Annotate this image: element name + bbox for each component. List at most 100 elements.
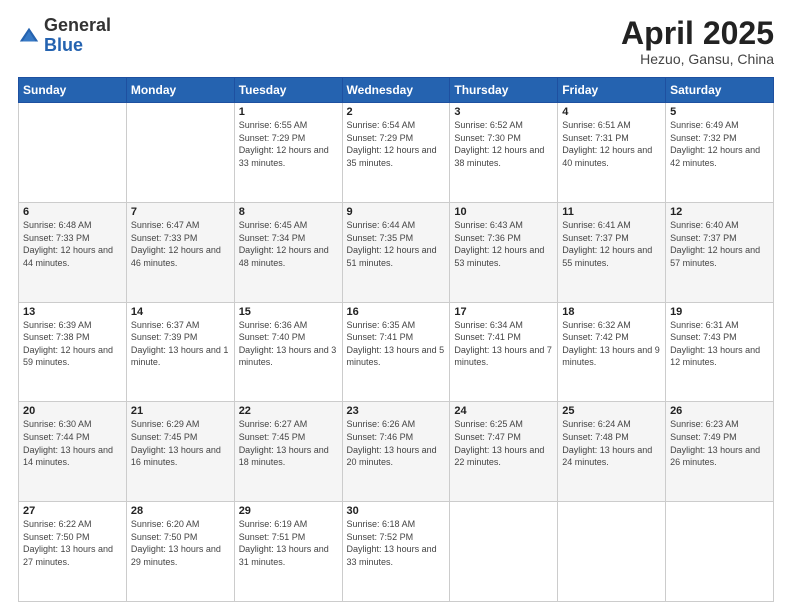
weekday-header: Monday: [126, 78, 234, 103]
calendar-cell: 13Sunrise: 6:39 AMSunset: 7:38 PMDayligh…: [19, 302, 127, 402]
day-number: 9: [347, 206, 446, 218]
day-info: Sunrise: 6:25 AMSunset: 7:47 PMDaylight:…: [454, 418, 553, 468]
day-info: Sunrise: 6:49 AMSunset: 7:32 PMDaylight:…: [670, 119, 769, 169]
day-info: Sunrise: 6:41 AMSunset: 7:37 PMDaylight:…: [562, 219, 661, 269]
calendar-cell: 2Sunrise: 6:54 AMSunset: 7:29 PMDaylight…: [342, 103, 450, 203]
logo-blue: Blue: [44, 35, 83, 55]
weekday-header: Wednesday: [342, 78, 450, 103]
logo-icon: [18, 25, 40, 47]
calendar-cell: 14Sunrise: 6:37 AMSunset: 7:39 PMDayligh…: [126, 302, 234, 402]
day-number: 24: [454, 405, 553, 417]
calendar-week-row: 20Sunrise: 6:30 AMSunset: 7:44 PMDayligh…: [19, 402, 774, 502]
day-info: Sunrise: 6:51 AMSunset: 7:31 PMDaylight:…: [562, 119, 661, 169]
day-number: 19: [670, 306, 769, 318]
calendar-cell: 25Sunrise: 6:24 AMSunset: 7:48 PMDayligh…: [558, 402, 666, 502]
day-info: Sunrise: 6:55 AMSunset: 7:29 PMDaylight:…: [239, 119, 338, 169]
weekday-header: Tuesday: [234, 78, 342, 103]
day-number: 23: [347, 405, 446, 417]
day-info: Sunrise: 6:48 AMSunset: 7:33 PMDaylight:…: [23, 219, 122, 269]
day-info: Sunrise: 6:30 AMSunset: 7:44 PMDaylight:…: [23, 418, 122, 468]
calendar-cell: 23Sunrise: 6:26 AMSunset: 7:46 PMDayligh…: [342, 402, 450, 502]
page-title: April 2025: [621, 16, 774, 51]
calendar-header-row: SundayMondayTuesdayWednesdayThursdayFrid…: [19, 78, 774, 103]
calendar-cell: 28Sunrise: 6:20 AMSunset: 7:50 PMDayligh…: [126, 502, 234, 602]
calendar-cell: 6Sunrise: 6:48 AMSunset: 7:33 PMDaylight…: [19, 202, 127, 302]
calendar-cell: 17Sunrise: 6:34 AMSunset: 7:41 PMDayligh…: [450, 302, 558, 402]
calendar-cell: 7Sunrise: 6:47 AMSunset: 7:33 PMDaylight…: [126, 202, 234, 302]
day-number: 27: [23, 505, 122, 517]
day-number: 5: [670, 106, 769, 118]
day-info: Sunrise: 6:47 AMSunset: 7:33 PMDaylight:…: [131, 219, 230, 269]
calendar-cell: 16Sunrise: 6:35 AMSunset: 7:41 PMDayligh…: [342, 302, 450, 402]
day-info: Sunrise: 6:31 AMSunset: 7:43 PMDaylight:…: [670, 319, 769, 369]
day-info: Sunrise: 6:32 AMSunset: 7:42 PMDaylight:…: [562, 319, 661, 369]
day-number: 15: [239, 306, 338, 318]
day-info: Sunrise: 6:24 AMSunset: 7:48 PMDaylight:…: [562, 418, 661, 468]
calendar-cell: 30Sunrise: 6:18 AMSunset: 7:52 PMDayligh…: [342, 502, 450, 602]
header: General Blue April 2025 Hezuo, Gansu, Ch…: [18, 16, 774, 67]
day-number: 22: [239, 405, 338, 417]
calendar-week-row: 13Sunrise: 6:39 AMSunset: 7:38 PMDayligh…: [19, 302, 774, 402]
day-number: 17: [454, 306, 553, 318]
calendar-cell: 20Sunrise: 6:30 AMSunset: 7:44 PMDayligh…: [19, 402, 127, 502]
title-block: April 2025 Hezuo, Gansu, China: [621, 16, 774, 67]
day-info: Sunrise: 6:26 AMSunset: 7:46 PMDaylight:…: [347, 418, 446, 468]
calendar-cell: [450, 502, 558, 602]
day-number: 21: [131, 405, 230, 417]
calendar-cell: 9Sunrise: 6:44 AMSunset: 7:35 PMDaylight…: [342, 202, 450, 302]
calendar-cell: 5Sunrise: 6:49 AMSunset: 7:32 PMDaylight…: [666, 103, 774, 203]
page: General Blue April 2025 Hezuo, Gansu, Ch…: [0, 0, 792, 612]
calendar-cell: 12Sunrise: 6:40 AMSunset: 7:37 PMDayligh…: [666, 202, 774, 302]
calendar-cell: 4Sunrise: 6:51 AMSunset: 7:31 PMDaylight…: [558, 103, 666, 203]
day-number: 26: [670, 405, 769, 417]
calendar-table: SundayMondayTuesdayWednesdayThursdayFrid…: [18, 77, 774, 602]
day-info: Sunrise: 6:43 AMSunset: 7:36 PMDaylight:…: [454, 219, 553, 269]
day-number: 30: [347, 505, 446, 517]
day-info: Sunrise: 6:20 AMSunset: 7:50 PMDaylight:…: [131, 518, 230, 568]
day-number: 29: [239, 505, 338, 517]
calendar-cell: 8Sunrise: 6:45 AMSunset: 7:34 PMDaylight…: [234, 202, 342, 302]
calendar-cell: [666, 502, 774, 602]
weekday-header: Friday: [558, 78, 666, 103]
calendar-week-row: 6Sunrise: 6:48 AMSunset: 7:33 PMDaylight…: [19, 202, 774, 302]
logo-general: General: [44, 15, 111, 35]
day-number: 2: [347, 106, 446, 118]
calendar-cell: 24Sunrise: 6:25 AMSunset: 7:47 PMDayligh…: [450, 402, 558, 502]
day-number: 6: [23, 206, 122, 218]
day-info: Sunrise: 6:37 AMSunset: 7:39 PMDaylight:…: [131, 319, 230, 369]
logo-text: General Blue: [44, 16, 111, 56]
day-info: Sunrise: 6:22 AMSunset: 7:50 PMDaylight:…: [23, 518, 122, 568]
day-number: 13: [23, 306, 122, 318]
calendar-cell: 19Sunrise: 6:31 AMSunset: 7:43 PMDayligh…: [666, 302, 774, 402]
day-number: 7: [131, 206, 230, 218]
day-number: 3: [454, 106, 553, 118]
calendar-cell: 10Sunrise: 6:43 AMSunset: 7:36 PMDayligh…: [450, 202, 558, 302]
day-info: Sunrise: 6:52 AMSunset: 7:30 PMDaylight:…: [454, 119, 553, 169]
day-number: 28: [131, 505, 230, 517]
calendar-cell: 29Sunrise: 6:19 AMSunset: 7:51 PMDayligh…: [234, 502, 342, 602]
calendar-cell: 3Sunrise: 6:52 AMSunset: 7:30 PMDaylight…: [450, 103, 558, 203]
day-number: 25: [562, 405, 661, 417]
day-info: Sunrise: 6:45 AMSunset: 7:34 PMDaylight:…: [239, 219, 338, 269]
day-number: 11: [562, 206, 661, 218]
day-info: Sunrise: 6:54 AMSunset: 7:29 PMDaylight:…: [347, 119, 446, 169]
day-number: 10: [454, 206, 553, 218]
day-info: Sunrise: 6:27 AMSunset: 7:45 PMDaylight:…: [239, 418, 338, 468]
calendar-cell: 1Sunrise: 6:55 AMSunset: 7:29 PMDaylight…: [234, 103, 342, 203]
day-number: 8: [239, 206, 338, 218]
day-number: 4: [562, 106, 661, 118]
calendar-cell: 26Sunrise: 6:23 AMSunset: 7:49 PMDayligh…: [666, 402, 774, 502]
calendar-cell: 18Sunrise: 6:32 AMSunset: 7:42 PMDayligh…: [558, 302, 666, 402]
day-number: 18: [562, 306, 661, 318]
day-number: 16: [347, 306, 446, 318]
calendar-week-row: 27Sunrise: 6:22 AMSunset: 7:50 PMDayligh…: [19, 502, 774, 602]
day-info: Sunrise: 6:29 AMSunset: 7:45 PMDaylight:…: [131, 418, 230, 468]
calendar-cell: 11Sunrise: 6:41 AMSunset: 7:37 PMDayligh…: [558, 202, 666, 302]
weekday-header: Saturday: [666, 78, 774, 103]
day-info: Sunrise: 6:23 AMSunset: 7:49 PMDaylight:…: [670, 418, 769, 468]
calendar-cell: 21Sunrise: 6:29 AMSunset: 7:45 PMDayligh…: [126, 402, 234, 502]
logo: General Blue: [18, 16, 111, 56]
calendar-week-row: 1Sunrise: 6:55 AMSunset: 7:29 PMDaylight…: [19, 103, 774, 203]
calendar-cell: 15Sunrise: 6:36 AMSunset: 7:40 PMDayligh…: [234, 302, 342, 402]
calendar-cell: [19, 103, 127, 203]
